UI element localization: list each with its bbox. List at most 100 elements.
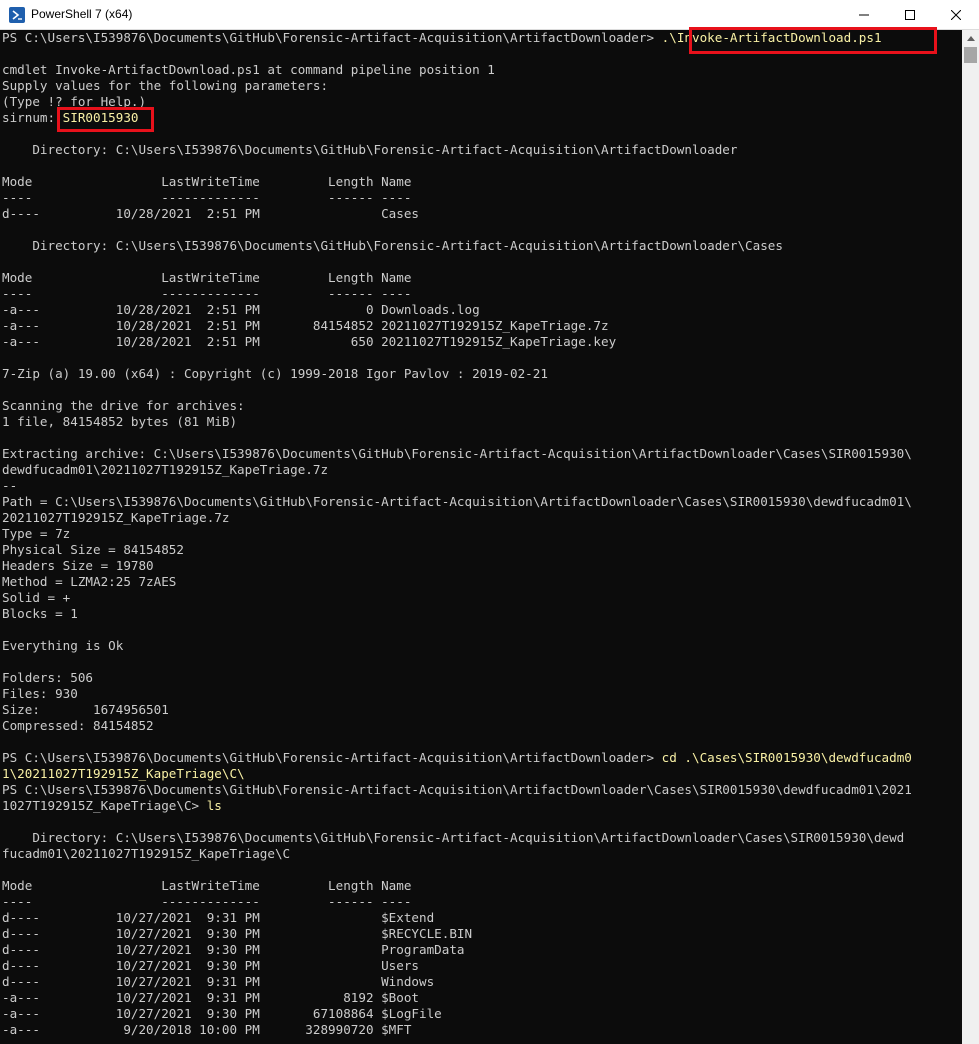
console-line: d---- 10/27/2021 9:31 PM Windows — [2, 974, 434, 990]
console-line: Blocks = 1 — [2, 606, 78, 622]
console-line-text: 20211027T192915Z_KapeTriage.7z — [2, 510, 230, 525]
console-line: Mode LastWriteTime Length Name — [2, 878, 411, 894]
console-line: Folders: 506 — [2, 670, 93, 686]
console-line-text: -a--- 10/28/2021 2:51 PM 650 20211027T19… — [2, 334, 617, 349]
console-line: -a--- 10/28/2021 2:51 PM 84154852 202110… — [2, 318, 609, 334]
console-command-text: ls — [206, 798, 222, 813]
console-line-text: PS C:\Users\I539876\Documents\GitHub\For… — [2, 782, 912, 797]
console-line-text: Supply values for the following paramete… — [2, 78, 329, 93]
powershell-icon — [9, 7, 25, 23]
console-line-text: PS C:\Users\I539876\Documents\GitHub\For… — [2, 30, 662, 45]
console-line: cmdlet Invoke-ArtifactDownload.ps1 at co… — [2, 62, 495, 78]
console-line-text: Solid = + — [2, 590, 71, 605]
console-line-text: Type = 7z — [2, 526, 71, 541]
scroll-thumb[interactable] — [964, 47, 977, 63]
console-line: Physical Size = 84154852 — [2, 542, 184, 558]
minimize-icon — [859, 14, 869, 16]
console-line-text: fucadm01\20211027T192915Z_KapeTriage\C — [2, 846, 291, 861]
console-line-text: Mode LastWriteTime Length Name — [2, 270, 412, 285]
console-line: 7-Zip (a) 19.00 (x64) : Copyright (c) 19… — [2, 366, 548, 382]
console-line-text: ---- ------------- ------ ---- — [2, 894, 412, 909]
console-line: PS C:\Users\I539876\Documents\GitHub\For… — [2, 782, 912, 798]
console-line-text: Everything is Ok — [2, 638, 124, 653]
console-line: -a--- 10/27/2021 9:30 PM 67108864 $LogFi… — [2, 1006, 442, 1022]
console-line-text: cmdlet Invoke-ArtifactDownload.ps1 at co… — [2, 62, 495, 77]
console-line: Headers Size = 19780 — [2, 558, 154, 574]
console-line: ---- ------------- ------ ---- — [2, 286, 411, 302]
console-line-text: Files: 930 — [2, 686, 78, 701]
console-line: Compressed: 84154852 — [2, 718, 154, 734]
console-line: fucadm01\20211027T192915Z_KapeTriage\C — [2, 846, 290, 862]
console-line: d---- 10/27/2021 9:30 PM Users — [2, 958, 419, 974]
console-command-text: cd .\Cases\SIR0015930\dewdfucadm0 — [661, 750, 912, 765]
console-line: Everything is Ok — [2, 638, 123, 654]
console-line-text: Headers Size = 19780 — [2, 558, 154, 573]
console-line: Supply values for the following paramete… — [2, 78, 328, 94]
console-line-text: 1027T192915Z_KapeTriage\C> — [2, 798, 207, 813]
console-line-text: Directory: C:\Users\I539876\Documents\Gi… — [2, 830, 905, 845]
console-line: Scanning the drive for archives: — [2, 398, 245, 414]
console-line: 1 file, 84154852 bytes (81 MiB) — [2, 414, 237, 430]
console-line-text: Physical Size = 84154852 — [2, 542, 184, 557]
console-line-text: Mode LastWriteTime Length Name — [2, 174, 412, 189]
console-line: 1\20211027T192915Z_KapeTriage\C\ — [2, 766, 245, 782]
console-line-text: ---- ------------- ------ ---- — [2, 286, 412, 301]
console-command-text: 1\20211027T192915Z_KapeTriage\C\ — [2, 766, 245, 781]
console-line: ---- ------------- ------ ---- — [2, 190, 411, 206]
console-line-text: PS C:\Users\I539876\Documents\GitHub\For… — [2, 750, 662, 765]
console-line: 20211027T192915Z_KapeTriage.7z — [2, 510, 229, 526]
console-line-text: Compressed: 84154852 — [2, 718, 154, 733]
console-line-text: Folders: 506 — [2, 670, 93, 685]
console-output[interactable]: PS C:\Users\I539876\Documents\GitHub\For… — [0, 30, 962, 1044]
console-line-text: 7-Zip (a) 19.00 (x64) : Copyright (c) 19… — [2, 366, 548, 381]
console-line-text: d---- 10/27/2021 9:30 PM ProgramData — [2, 942, 465, 957]
console-line: d---- 10/27/2021 9:30 PM $RECYCLE.BIN — [2, 926, 472, 942]
console-line: Directory: C:\Users\I539876\Documents\Gi… — [2, 142, 737, 158]
console-line-text: -- — [2, 478, 18, 493]
console-line: Mode LastWriteTime Length Name — [2, 270, 411, 286]
console-line-text: d---- 10/28/2021 2:51 PM Cases — [2, 206, 420, 221]
console-line: Mode LastWriteTime Length Name — [2, 174, 411, 190]
close-button[interactable] — [933, 0, 979, 30]
scroll-up-arrow-icon[interactable] — [962, 30, 979, 47]
console-line-text: dewdfucadm01\20211027T192915Z_KapeTriage… — [2, 462, 329, 477]
console-line-text: -a--- 10/28/2021 2:51 PM 0 Downloads.log — [2, 302, 480, 317]
console-line-text: Directory: C:\Users\I539876\Documents\Gi… — [2, 238, 783, 253]
console-line-text: -a--- 10/27/2021 9:31 PM 8192 $Boot — [2, 990, 420, 1005]
vertical-scrollbar[interactable] — [962, 30, 979, 1044]
console-line-text: Size: 1674956501 — [2, 702, 169, 717]
close-icon — [951, 10, 961, 20]
console-line: 1027T192915Z_KapeTriage\C> ls — [2, 798, 222, 814]
console-line: ---- ------------- ------ ---- — [2, 894, 411, 910]
console-line: Directory: C:\Users\I539876\Documents\Gi… — [2, 238, 783, 254]
console-line: -a--- 9/20/2018 10:00 PM 328990720 $MFT — [2, 1022, 411, 1038]
console-line-text: -a--- 10/28/2021 2:51 PM 84154852 202110… — [2, 318, 609, 333]
console-line: dewdfucadm01\20211027T192915Z_KapeTriage… — [2, 462, 328, 478]
console-line-text: Method = LZMA2:25 7zAES — [2, 574, 177, 589]
console-line-text: -a--- 9/20/2018 10:00 PM 328990720 $MFT — [2, 1022, 412, 1037]
window-title: PowerShell 7 (x64) — [31, 7, 133, 21]
console-line-text: -a--- 10/27/2021 9:30 PM 67108864 $LogFi… — [2, 1006, 442, 1021]
maximize-button[interactable] — [887, 0, 933, 30]
console-line-text: Mode LastWriteTime Length Name — [2, 878, 412, 893]
minimize-button[interactable] — [841, 0, 887, 30]
console-line: Path = C:\Users\I539876\Documents\GitHub… — [2, 494, 912, 510]
console-line-text: Extracting archive: C:\Users\I539876\Doc… — [2, 446, 912, 461]
console-line-text: d---- 10/27/2021 9:30 PM Users — [2, 958, 420, 973]
console-line-text: d---- 10/27/2021 9:31 PM Windows — [2, 974, 435, 989]
console-line: Type = 7z — [2, 526, 70, 542]
console-line: -a--- 10/27/2021 9:31 PM 8192 $Boot — [2, 990, 419, 1006]
console-line: d---- 10/28/2021 2:51 PM Cases — [2, 206, 419, 222]
console-line-text: d---- 10/27/2021 9:31 PM $Extend — [2, 910, 435, 925]
console-line-text: 1 file, 84154852 bytes (81 MiB) — [2, 414, 238, 429]
console-line: Extracting archive: C:\Users\I539876\Doc… — [2, 446, 912, 462]
maximize-icon — [905, 10, 915, 20]
console-line: PS C:\Users\I539876\Documents\GitHub\For… — [2, 750, 912, 766]
console-line: Directory: C:\Users\I539876\Documents\Gi… — [2, 830, 904, 846]
console-line-text: Blocks = 1 — [2, 606, 78, 621]
console-line-text: Path = C:\Users\I539876\Documents\GitHub… — [2, 494, 912, 509]
console-line: -- — [2, 478, 17, 494]
console-line: d---- 10/27/2021 9:30 PM ProgramData — [2, 942, 465, 958]
console-line: Size: 1674956501 — [2, 702, 169, 718]
console-line: -a--- 10/28/2021 2:51 PM 650 20211027T19… — [2, 334, 616, 350]
